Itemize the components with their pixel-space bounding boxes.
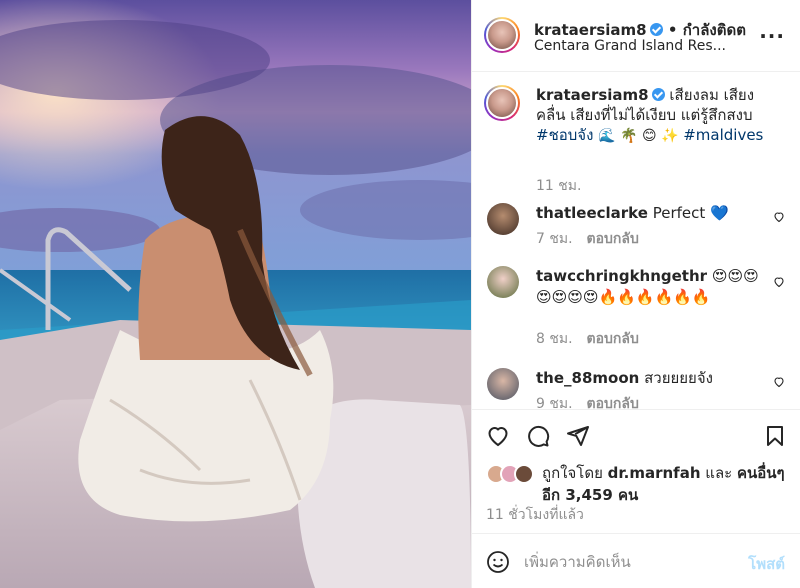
verified-icon xyxy=(651,88,665,101)
like-comment-heart-icon[interactable] xyxy=(773,276,785,288)
comment-text: thatleeclarke Perfect 💙 xyxy=(536,203,766,224)
comment-text: the_88moon สวยยยยจัง xyxy=(536,368,766,389)
liker-avatar xyxy=(514,464,534,484)
reply-button[interactable]: ตอบกลับ xyxy=(587,331,639,347)
photo-illustration xyxy=(0,0,471,588)
commenter-username[interactable]: the_88moon xyxy=(536,369,639,387)
comment-body: Perfect 💙 xyxy=(652,204,729,222)
following-button[interactable]: กำลังติดต xyxy=(683,21,746,39)
comment-meta: 8 ชม. ตอบกลับ xyxy=(536,328,639,350)
like-comment-heart-icon[interactable] xyxy=(773,376,785,388)
share-icon[interactable] xyxy=(566,424,590,448)
comment-time[interactable]: 8 ชม. xyxy=(536,331,573,347)
comment-body: สวยยยยจัง xyxy=(644,369,713,387)
comment-text: tawcchringkhngethr 😍😍😍😍😍😍😍🔥🔥🔥🔥🔥🔥 xyxy=(536,266,766,308)
commenter-avatar[interactable] xyxy=(487,368,519,400)
likes-prefix: ถูกใจโดย xyxy=(542,464,603,482)
liker-username[interactable]: dr.marnfah xyxy=(608,464,701,482)
verified-icon xyxy=(649,23,663,36)
comment-input[interactable] xyxy=(524,548,724,576)
reply-button[interactable]: ตอบกลับ xyxy=(587,231,639,247)
commenter-username[interactable]: thatleeclarke xyxy=(536,204,648,222)
comment-meta: 7 ชม. ตอบกลับ xyxy=(536,228,639,250)
caption-avatar[interactable] xyxy=(484,85,520,121)
comment-time[interactable]: 9 ชม. xyxy=(536,396,573,409)
post-actions: ถูกใจโดย dr.marnfah และ คนอื่นๆ อีก 3,45… xyxy=(472,409,800,533)
comment-icon[interactable] xyxy=(526,424,550,448)
add-comment-bar: โพสต์ xyxy=(472,533,800,588)
commenter-username[interactable]: tawcchringkhngethr xyxy=(536,267,707,285)
reply-button[interactable]: ตอบกลับ xyxy=(587,396,639,409)
post-header: krataersiam8 • กำลังติดต Centara Grand I… xyxy=(472,0,800,72)
comment-time[interactable]: 7 ชม. xyxy=(536,231,573,247)
commenter-avatar[interactable] xyxy=(487,266,519,298)
comment-meta: 9 ชม. ตอบกลับ xyxy=(536,393,639,409)
caption-time[interactable]: 11 ชม. xyxy=(536,175,581,197)
liker-avatars xyxy=(486,464,540,486)
caption-emojis: 🌊 🌴 😊 ✨ xyxy=(598,128,679,144)
hashtag-link[interactable]: #maldives xyxy=(683,126,763,144)
author-username[interactable]: krataersiam8 xyxy=(534,21,647,39)
likes-joiner: และ xyxy=(705,464,733,482)
hashtag-link[interactable]: #ชอบจัง xyxy=(536,126,593,144)
caption-text: krataersiam8 เสียงลม เสียงคลื่น เสียงที่… xyxy=(536,85,776,146)
like-comment-heart-icon[interactable] xyxy=(773,211,785,223)
heart-icon[interactable] xyxy=(486,424,510,448)
comments-list[interactable]: krataersiam8 เสียงลม เสียงคลื่น เสียงที่… xyxy=(472,73,800,409)
smile-icon[interactable] xyxy=(486,550,510,574)
more-icon[interactable]: ··· xyxy=(759,24,785,48)
separator: • xyxy=(667,21,678,39)
post-timestamp[interactable]: 11 ชั่วโมงที่แล้ว xyxy=(486,504,584,526)
author-avatar[interactable] xyxy=(484,17,520,53)
likes-text: ถูกใจโดย dr.marnfah และ คนอื่นๆ อีก 3,45… xyxy=(542,462,792,506)
post-comment-button[interactable]: โพสต์ xyxy=(748,552,785,576)
bookmark-icon[interactable] xyxy=(763,424,787,448)
location-link[interactable]: Centara Grand Island Res... xyxy=(534,38,726,54)
commenter-avatar[interactable] xyxy=(487,203,519,235)
post-sidebar: krataersiam8 • กำลังติดต Centara Grand I… xyxy=(471,0,800,588)
caption-username[interactable]: krataersiam8 xyxy=(536,86,649,104)
post-photo[interactable] xyxy=(0,0,471,588)
